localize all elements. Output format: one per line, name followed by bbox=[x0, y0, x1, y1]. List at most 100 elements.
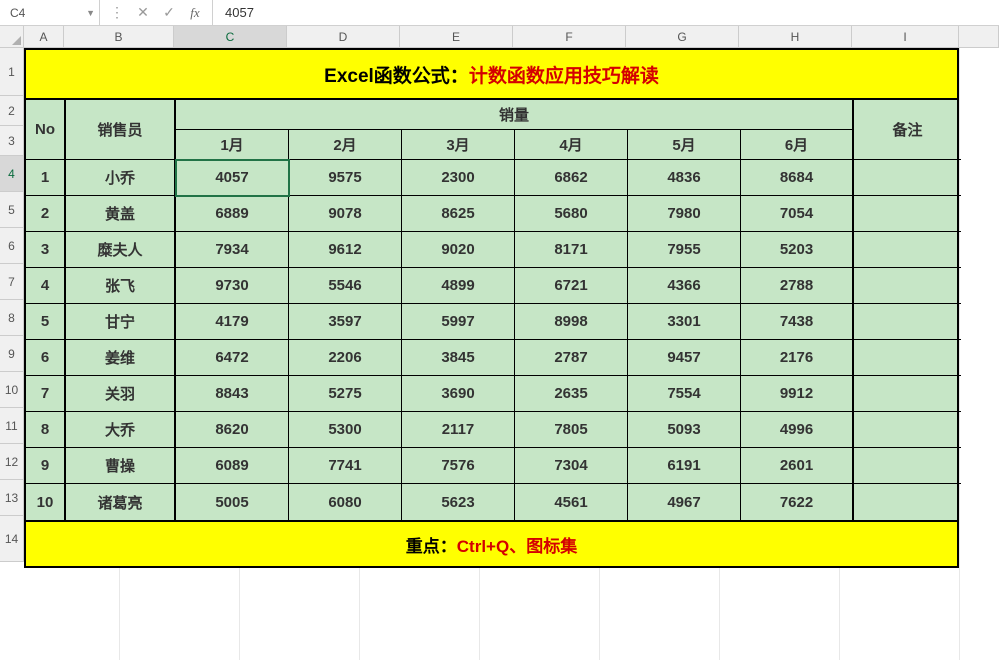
cell-r7-m6[interactable]: 9912 bbox=[741, 376, 854, 412]
column-header-E[interactable]: E bbox=[400, 26, 513, 47]
cell-remark-2[interactable] bbox=[854, 196, 961, 232]
cell-r4-m2[interactable]: 5546 bbox=[289, 268, 402, 304]
column-header-H[interactable]: H bbox=[739, 26, 852, 47]
cell-remark-9[interactable] bbox=[854, 448, 961, 484]
cell-no-3[interactable]: 3 bbox=[26, 232, 66, 268]
cell-r8-m3[interactable]: 2117 bbox=[402, 412, 515, 448]
header-month-2[interactable]: 2月 bbox=[289, 130, 402, 160]
cell-r10-m1[interactable]: 5005 bbox=[176, 484, 289, 520]
cell-remark-6[interactable] bbox=[854, 340, 961, 376]
fx-icon[interactable]: fx bbox=[182, 0, 208, 25]
cell-remark-8[interactable] bbox=[854, 412, 961, 448]
row-header-6[interactable]: 6 bbox=[0, 228, 23, 264]
row-header-14[interactable]: 14 bbox=[0, 516, 23, 562]
row-header-4[interactable]: 4 bbox=[0, 156, 23, 192]
column-header-B[interactable]: B bbox=[64, 26, 174, 47]
cell-r10-m4[interactable]: 4561 bbox=[515, 484, 628, 520]
cell-r5-m6[interactable]: 7438 bbox=[741, 304, 854, 340]
cell-r2-m3[interactable]: 8625 bbox=[402, 196, 515, 232]
cell-r8-m1[interactable]: 8620 bbox=[176, 412, 289, 448]
column-header-blank[interactable] bbox=[959, 26, 999, 47]
cell-r9-m5[interactable]: 6191 bbox=[628, 448, 741, 484]
cell-r3-m2[interactable]: 9612 bbox=[289, 232, 402, 268]
cell-r7-m5[interactable]: 7554 bbox=[628, 376, 741, 412]
cell-r2-m1[interactable]: 6889 bbox=[176, 196, 289, 232]
column-header-I[interactable]: I bbox=[852, 26, 959, 47]
cell-name-5[interactable]: 甘宁 bbox=[66, 304, 176, 340]
cell-r1-m2[interactable]: 9575 bbox=[289, 160, 402, 196]
cell-name-4[interactable]: 张飞 bbox=[66, 268, 176, 304]
cell-r3-m5[interactable]: 7955 bbox=[628, 232, 741, 268]
cell-r5-m3[interactable]: 5997 bbox=[402, 304, 515, 340]
cell-r5-m1[interactable]: 4179 bbox=[176, 304, 289, 340]
cell-name-10[interactable]: 诸葛亮 bbox=[66, 484, 176, 520]
row-header-7[interactable]: 7 bbox=[0, 264, 23, 300]
cell-r5-m5[interactable]: 3301 bbox=[628, 304, 741, 340]
column-header-A[interactable]: A bbox=[24, 26, 64, 47]
cell-remark-1[interactable] bbox=[854, 160, 961, 196]
header-month-6[interactable]: 6月 bbox=[741, 130, 854, 160]
row-header-13[interactable]: 13 bbox=[0, 480, 23, 516]
header-salesperson[interactable]: 销售员 bbox=[66, 100, 176, 160]
cell-no-7[interactable]: 7 bbox=[26, 376, 66, 412]
row-header-3[interactable]: 3 bbox=[0, 126, 23, 156]
cell-r10-m5[interactable]: 4967 bbox=[628, 484, 741, 520]
cell-r9-m2[interactable]: 7741 bbox=[289, 448, 402, 484]
cell-r7-m3[interactable]: 3690 bbox=[402, 376, 515, 412]
header-remark[interactable]: 备注 bbox=[854, 100, 961, 160]
cell-no-9[interactable]: 9 bbox=[26, 448, 66, 484]
cell-r1-m3[interactable]: 2300 bbox=[402, 160, 515, 196]
cell-r4-m5[interactable]: 4366 bbox=[628, 268, 741, 304]
cell-r8-m5[interactable]: 5093 bbox=[628, 412, 741, 448]
cell-name-1[interactable]: 小乔 bbox=[66, 160, 176, 196]
cell-r3-m6[interactable]: 5203 bbox=[741, 232, 854, 268]
cells-area[interactable]: Excel函数公式： 计数函数应用技巧解读 No销售员销量备注1月2月3月4月5… bbox=[24, 48, 999, 568]
cell-no-2[interactable]: 2 bbox=[26, 196, 66, 232]
cell-r5-m4[interactable]: 8998 bbox=[515, 304, 628, 340]
cell-r2-m2[interactable]: 9078 bbox=[289, 196, 402, 232]
cell-r6-m1[interactable]: 6472 bbox=[176, 340, 289, 376]
cell-r10-m2[interactable]: 6080 bbox=[289, 484, 402, 520]
cell-name-7[interactable]: 关羽 bbox=[66, 376, 176, 412]
header-month-4[interactable]: 4月 bbox=[515, 130, 628, 160]
cell-r6-m2[interactable]: 2206 bbox=[289, 340, 402, 376]
row-header-12[interactable]: 12 bbox=[0, 444, 23, 480]
cell-r1-m5[interactable]: 4836 bbox=[628, 160, 741, 196]
cell-no-10[interactable]: 10 bbox=[26, 484, 66, 520]
header-sales[interactable]: 销量 bbox=[176, 100, 854, 130]
cell-r2-m6[interactable]: 7054 bbox=[741, 196, 854, 232]
cell-r8-m4[interactable]: 7805 bbox=[515, 412, 628, 448]
cell-r6-m6[interactable]: 2176 bbox=[741, 340, 854, 376]
cell-r7-m2[interactable]: 5275 bbox=[289, 376, 402, 412]
cell-r1-m1[interactable]: 4057 bbox=[176, 160, 289, 196]
cell-no-4[interactable]: 4 bbox=[26, 268, 66, 304]
cell-r2-m5[interactable]: 7980 bbox=[628, 196, 741, 232]
header-month-5[interactable]: 5月 bbox=[628, 130, 741, 160]
header-month-3[interactable]: 3月 bbox=[402, 130, 515, 160]
cell-no-5[interactable]: 5 bbox=[26, 304, 66, 340]
cell-r1-m4[interactable]: 6862 bbox=[515, 160, 628, 196]
row-header-5[interactable]: 5 bbox=[0, 192, 23, 228]
row-header-8[interactable]: 8 bbox=[0, 300, 23, 336]
cell-remark-4[interactable] bbox=[854, 268, 961, 304]
column-header-D[interactable]: D bbox=[287, 26, 400, 47]
cell-remark-5[interactable] bbox=[854, 304, 961, 340]
header-month-1[interactable]: 1月 bbox=[176, 130, 289, 160]
cell-r10-m6[interactable]: 7622 bbox=[741, 484, 854, 520]
cell-r4-m1[interactable]: 9730 bbox=[176, 268, 289, 304]
cell-r10-m3[interactable]: 5623 bbox=[402, 484, 515, 520]
cell-r7-m4[interactable]: 2635 bbox=[515, 376, 628, 412]
cell-r4-m6[interactable]: 2788 bbox=[741, 268, 854, 304]
formula-input[interactable]: 4057 bbox=[213, 0, 999, 25]
cell-r3-m1[interactable]: 7934 bbox=[176, 232, 289, 268]
header-no[interactable]: No bbox=[26, 100, 66, 160]
cell-r9-m4[interactable]: 7304 bbox=[515, 448, 628, 484]
cell-name-8[interactable]: 大乔 bbox=[66, 412, 176, 448]
cell-r8-m2[interactable]: 5300 bbox=[289, 412, 402, 448]
cancel-icon[interactable]: ✕ bbox=[130, 0, 156, 25]
cell-r8-m6[interactable]: 4996 bbox=[741, 412, 854, 448]
cell-r7-m1[interactable]: 8843 bbox=[176, 376, 289, 412]
row-header-11[interactable]: 11 bbox=[0, 408, 23, 444]
dropdown-icon[interactable]: ▼ bbox=[86, 8, 95, 18]
cell-no-8[interactable]: 8 bbox=[26, 412, 66, 448]
